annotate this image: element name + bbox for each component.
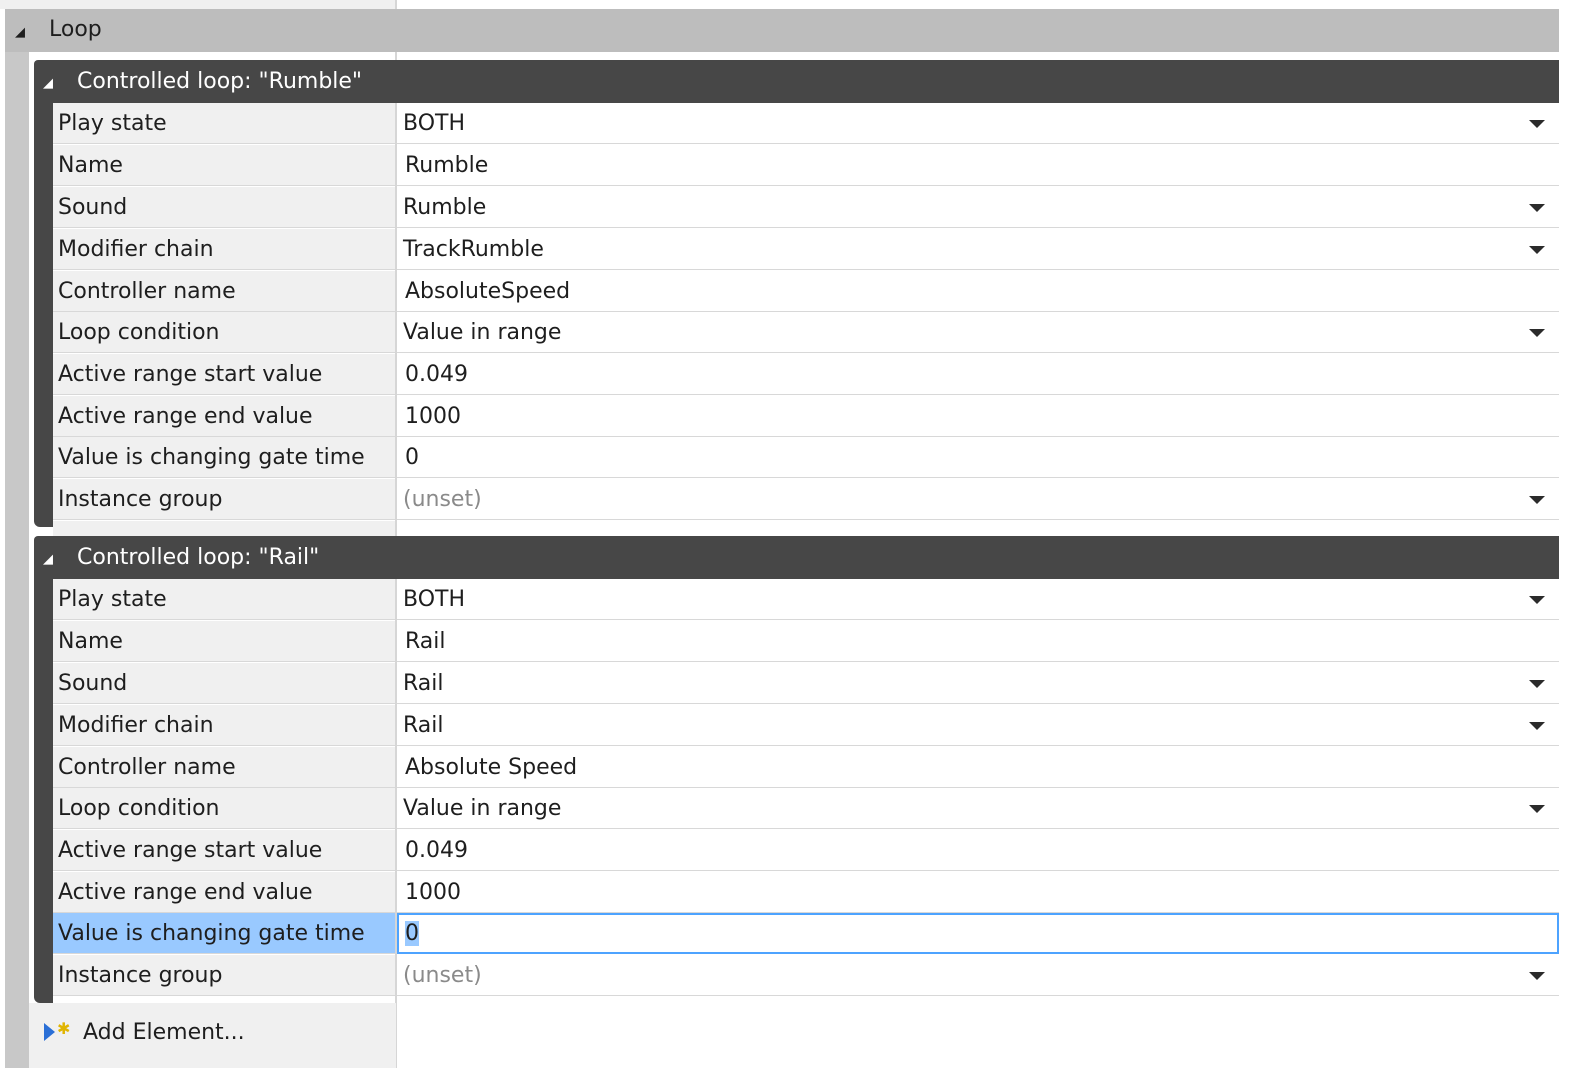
property-row-controller-name[interactable]: Controller name AbsoluteSpeed bbox=[53, 271, 1559, 313]
property-label: Modifier chain bbox=[53, 705, 395, 746]
play-state-dropdown[interactable]: BOTH bbox=[397, 103, 1559, 144]
property-row-range-start[interactable]: Active range start value 0.049 bbox=[53, 354, 1559, 396]
property-label: Controller name bbox=[53, 271, 395, 312]
play-state-dropdown[interactable]: BOTH bbox=[397, 579, 1559, 620]
range-start-field[interactable]: 0.049 bbox=[397, 354, 1559, 395]
loop-condition-dropdown[interactable]: Value in range bbox=[397, 788, 1559, 829]
controller-name-field[interactable]: AbsoluteSpeed bbox=[397, 271, 1559, 312]
property-label: Active range start value bbox=[53, 830, 395, 871]
dropdown-value: Rail bbox=[403, 713, 444, 738]
property-label: Value is changing gate time bbox=[53, 437, 395, 478]
property-row-play-state[interactable]: Play state BOTH bbox=[53, 579, 1559, 621]
dropdown-value: Value in range bbox=[403, 796, 562, 821]
dropdown-value: (unset) bbox=[403, 487, 482, 512]
collapse-triangle-icon[interactable]: ◢ bbox=[15, 25, 25, 40]
property-row-controller-name[interactable]: Controller name Absolute Speed bbox=[53, 747, 1559, 789]
property-row-name[interactable]: Name Rail bbox=[53, 621, 1559, 663]
dropdown-value: (unset) bbox=[403, 963, 482, 988]
name-field[interactable]: Rumble bbox=[397, 145, 1559, 186]
chevron-down-icon[interactable] bbox=[1529, 805, 1545, 813]
property-label: Play state bbox=[53, 579, 395, 620]
property-label: Active range end value bbox=[53, 396, 395, 437]
property-label: Instance group bbox=[53, 955, 395, 996]
range-end-field[interactable]: 1000 bbox=[397, 872, 1559, 913]
new-sparkle-icon: ✱ bbox=[57, 1019, 71, 1038]
property-label: Modifier chain bbox=[53, 229, 395, 270]
property-row-modifier-chain[interactable]: Modifier chain Rail bbox=[53, 705, 1559, 747]
property-row-gate-time[interactable]: Value is changing gate time 0 bbox=[53, 913, 1559, 955]
property-label: Value is changing gate time bbox=[53, 913, 395, 954]
group-spacer bbox=[53, 521, 1559, 536]
group-title: Controlled loop: "Rail" bbox=[77, 545, 320, 570]
dropdown-value: TrackRumble bbox=[403, 237, 544, 262]
property-row-range-start[interactable]: Active range start value 0.049 bbox=[53, 830, 1559, 872]
group-header-rumble[interactable]: ◢ Controlled loop: "Rumble" bbox=[34, 60, 1559, 103]
controller-name-field[interactable]: Absolute Speed bbox=[397, 747, 1559, 788]
property-row-modifier-chain[interactable]: Modifier chain TrackRumble bbox=[53, 229, 1559, 271]
chevron-down-icon[interactable] bbox=[1529, 496, 1545, 504]
sound-dropdown[interactable]: Rail bbox=[397, 663, 1559, 704]
dropdown-value: Rumble bbox=[403, 195, 487, 220]
loop-section-indent bbox=[5, 52, 29, 1068]
loop-condition-dropdown[interactable]: Value in range bbox=[397, 312, 1559, 353]
property-row-sound[interactable]: Sound Rumble bbox=[53, 187, 1559, 229]
group-side-bar bbox=[34, 103, 53, 527]
dropdown-value: Rail bbox=[403, 671, 444, 696]
loop-section-header[interactable]: ◢ Loop bbox=[5, 9, 1559, 52]
chevron-down-icon[interactable] bbox=[1529, 722, 1545, 730]
right-margin bbox=[1559, 0, 1581, 1068]
chevron-down-icon[interactable] bbox=[1529, 596, 1545, 604]
property-row-loop-condition[interactable]: Loop condition Value in range bbox=[53, 312, 1559, 354]
property-row-range-end[interactable]: Active range end value 1000 bbox=[53, 396, 1559, 438]
expand-arrow-icon bbox=[44, 1023, 55, 1041]
property-label: Name bbox=[53, 621, 395, 662]
dropdown-value: Value in range bbox=[403, 320, 562, 345]
range-end-field[interactable]: 1000 bbox=[397, 396, 1559, 437]
instance-group-dropdown[interactable]: (unset) bbox=[397, 955, 1559, 996]
chevron-down-icon[interactable] bbox=[1529, 329, 1545, 337]
chevron-down-icon[interactable] bbox=[1529, 972, 1545, 980]
property-row-play-state[interactable]: Play state BOTH bbox=[53, 103, 1559, 145]
property-row-sound[interactable]: Sound Rail bbox=[53, 663, 1559, 705]
collapse-triangle-icon[interactable]: ◢ bbox=[43, 76, 53, 91]
property-label: Active range start value bbox=[53, 354, 395, 395]
property-row-loop-condition[interactable]: Loop condition Value in range bbox=[53, 788, 1559, 830]
collapse-triangle-icon[interactable]: ◢ bbox=[43, 552, 53, 567]
chevron-down-icon[interactable] bbox=[1529, 246, 1545, 254]
chevron-down-icon[interactable] bbox=[1529, 120, 1545, 128]
dropdown-value: BOTH bbox=[403, 587, 466, 612]
property-row-instance-group[interactable]: Instance group (unset) bbox=[53, 955, 1559, 997]
selected-text: 0 bbox=[405, 921, 419, 946]
gate-time-field[interactable]: 0 bbox=[397, 913, 1559, 954]
chevron-down-icon[interactable] bbox=[1529, 680, 1545, 688]
loop-section-title: Loop bbox=[49, 17, 102, 42]
range-start-field[interactable]: 0.049 bbox=[397, 830, 1559, 871]
modifier-chain-dropdown[interactable]: TrackRumble bbox=[397, 229, 1559, 270]
property-label: Play state bbox=[53, 103, 395, 144]
dropdown-value: BOTH bbox=[403, 111, 466, 136]
group-header-rail[interactable]: ◢ Controlled loop: "Rail" bbox=[34, 536, 1559, 579]
add-element-label: Add Element... bbox=[83, 1020, 245, 1045]
property-label: Instance group bbox=[53, 479, 395, 520]
group-side-bar bbox=[34, 579, 53, 1003]
sound-dropdown[interactable]: Rumble bbox=[397, 187, 1559, 228]
chevron-down-icon[interactable] bbox=[1529, 204, 1545, 212]
instance-group-dropdown[interactable]: (unset) bbox=[397, 479, 1559, 520]
gate-time-field[interactable]: 0 bbox=[397, 437, 1559, 478]
property-label: Controller name bbox=[53, 747, 395, 788]
property-label: Active range end value bbox=[53, 872, 395, 913]
property-row-range-end[interactable]: Active range end value 1000 bbox=[53, 872, 1559, 914]
top-left-fill bbox=[0, 0, 396, 9]
property-label: Loop condition bbox=[53, 788, 395, 829]
property-row-gate-time[interactable]: Value is changing gate time 0 bbox=[53, 437, 1559, 479]
property-label: Sound bbox=[53, 187, 395, 228]
property-row-instance-group[interactable]: Instance group (unset) bbox=[53, 479, 1559, 521]
property-label: Sound bbox=[53, 663, 395, 704]
property-label: Loop condition bbox=[53, 312, 395, 353]
name-field[interactable]: Rail bbox=[397, 621, 1559, 662]
group-title: Controlled loop: "Rumble" bbox=[77, 69, 363, 94]
modifier-chain-dropdown[interactable]: Rail bbox=[397, 705, 1559, 746]
property-label: Name bbox=[53, 145, 395, 186]
property-row-name[interactable]: Name Rumble bbox=[53, 145, 1559, 187]
